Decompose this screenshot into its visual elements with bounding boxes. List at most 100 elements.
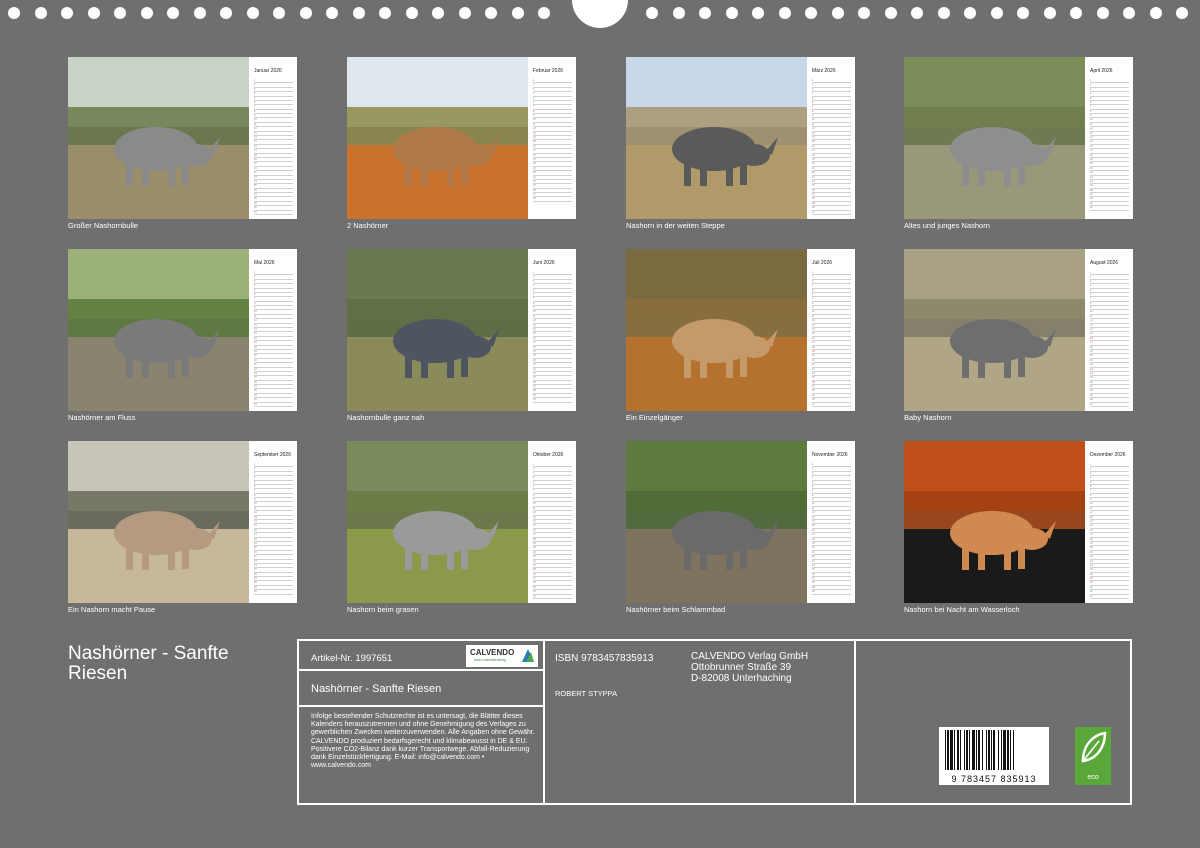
day-line <box>812 576 851 578</box>
day-number: 18 <box>1090 537 1093 541</box>
day-number: 19 <box>1090 541 1093 545</box>
day-number: 15 <box>254 140 257 144</box>
day-number: 12 <box>1090 511 1093 515</box>
day-line <box>812 327 851 329</box>
day-line <box>812 148 851 150</box>
day-line <box>1090 401 1129 403</box>
day-line <box>254 117 293 119</box>
barcode-bar <box>998 730 999 770</box>
day-line <box>812 287 851 289</box>
day-number: 7 <box>1090 105 1092 109</box>
day-number: 19 <box>533 541 536 545</box>
day-number: 6 <box>1090 484 1092 488</box>
day-number: 28 <box>254 389 257 393</box>
day-line <box>533 401 572 403</box>
day-line <box>254 370 293 372</box>
day-number: 24 <box>1090 371 1093 375</box>
day-number: 9 <box>1090 114 1092 118</box>
day-line <box>812 104 851 106</box>
day-line <box>254 514 293 516</box>
day-line <box>812 392 851 394</box>
day-line <box>254 296 293 298</box>
day-line <box>1090 519 1129 521</box>
day-line <box>254 126 293 128</box>
day-line <box>1090 143 1129 145</box>
day-line <box>812 362 851 364</box>
divider-h2 <box>299 705 543 707</box>
day-number: 7 <box>1090 297 1092 301</box>
day-line <box>533 510 572 512</box>
day-number: 20 <box>533 162 536 166</box>
day-line <box>533 388 572 390</box>
calendar-strip: Februar 2026 1 2 3 4 5 6 7 8 9 10 11 12 13 14 15 16 17 18 1… <box>528 57 576 219</box>
day-number: 14 <box>1090 520 1093 524</box>
month-tile: April 2026 1 2 3 4 5 6 7 8 9 10 11 12 13 14 15 16 17 18 19 2… <box>904 57 1133 232</box>
day-number: 4 <box>812 92 814 96</box>
day-line <box>254 483 293 485</box>
rhino-photo <box>904 249 1085 411</box>
day-number: 11 <box>1090 314 1093 318</box>
day-line <box>254 143 293 145</box>
day-line <box>533 379 572 381</box>
month-tile: März 2026 1 2 3 4 5 6 7 8 9 10 11 12 13 14 15 16 17 18 19 20… <box>626 57 855 232</box>
barcode-bar <box>957 730 959 770</box>
day-number: 7 <box>812 297 814 301</box>
day-number: 8 <box>533 109 535 113</box>
day-number: 3 <box>254 471 256 475</box>
photo-caption: Nashornbulle ganz nah <box>347 413 425 422</box>
day-line <box>254 470 293 472</box>
rhino-photo <box>68 57 249 219</box>
day-number: 26 <box>254 572 257 576</box>
day-line <box>1090 488 1129 490</box>
binding-hole <box>752 7 764 19</box>
day-line <box>812 514 851 516</box>
day-line <box>533 375 572 377</box>
day-line <box>812 126 851 128</box>
day-number: 25 <box>1090 376 1093 380</box>
day-line <box>1090 483 1129 485</box>
day-number: 12 <box>1090 319 1093 323</box>
calvendo-mark-icon <box>522 649 534 662</box>
rhino-photo <box>347 249 528 411</box>
day-line <box>254 309 293 311</box>
day-number: 16 <box>1090 528 1093 532</box>
binding-hole <box>778 7 791 19</box>
day-line <box>1090 161 1129 163</box>
day-line <box>254 576 293 578</box>
day-line <box>533 340 572 342</box>
day-number: 25 <box>1090 184 1093 188</box>
divider-1 <box>543 641 545 803</box>
barcode-bar <box>1010 730 1011 770</box>
day-number: 15 <box>812 140 815 144</box>
day-number: 10 <box>533 310 536 314</box>
day-number: 11 <box>812 314 815 318</box>
day-number: 27 <box>254 385 257 389</box>
day-line <box>812 335 851 337</box>
day-line <box>812 214 851 215</box>
day-line <box>533 139 572 141</box>
day-number: 12 <box>533 127 536 131</box>
day-line <box>1090 296 1129 298</box>
day-number: 17 <box>254 533 257 537</box>
day-number: 22 <box>812 363 815 367</box>
binding-hole <box>699 7 711 19</box>
day-number: 24 <box>812 179 815 183</box>
day-line <box>254 353 293 355</box>
day-number: 2 <box>1090 83 1092 87</box>
day-number: 15 <box>1090 332 1093 336</box>
day-line <box>1090 174 1129 176</box>
day-number: 20 <box>533 354 536 358</box>
day-number: 1 <box>812 463 814 466</box>
day-line <box>254 545 293 547</box>
day-line <box>812 593 851 595</box>
day-number: 9 <box>254 306 256 310</box>
day-number: 7 <box>254 489 256 493</box>
day-number: 8 <box>812 109 814 113</box>
day-line <box>254 406 293 407</box>
day-line <box>812 527 851 529</box>
day-line <box>1090 209 1129 211</box>
month-name: Dezember 2026 <box>1090 452 1126 458</box>
day-number: 22 <box>533 555 536 559</box>
day-number: 30 <box>533 398 536 402</box>
calendar-strip: März 2026 1 2 3 4 5 6 7 8 9 10 11 12 13 14 15 16 17 18 19 20… <box>807 57 855 219</box>
